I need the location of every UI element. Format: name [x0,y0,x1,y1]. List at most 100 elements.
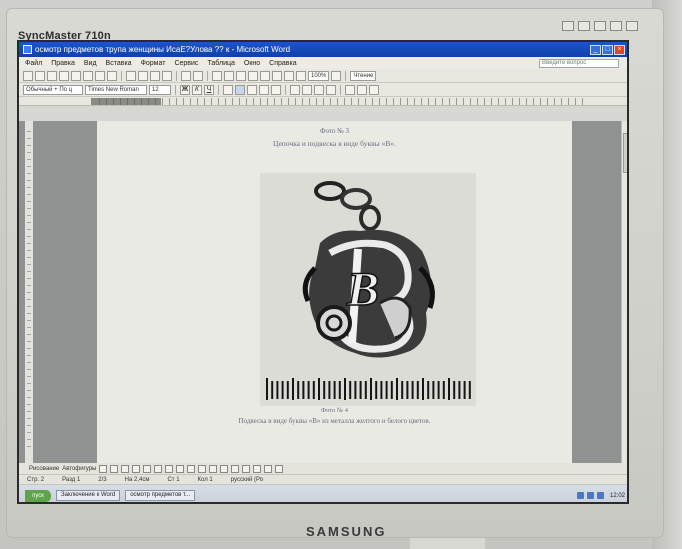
menu-edit[interactable]: Правка [51,60,75,67]
drawing-icon[interactable] [272,70,282,81]
rectangle-icon[interactable] [121,464,130,473]
save-icon[interactable] [47,70,57,81]
menu-file[interactable]: Файл [25,60,42,67]
status-line: Ст 1 [167,476,180,483]
justify-icon[interactable] [259,84,269,95]
scale-tick [437,381,440,399]
font-size-select[interactable]: 12 [149,84,171,95]
bullets-icon[interactable] [302,84,312,95]
arrow-icon[interactable] [110,464,119,473]
clipart-icon[interactable] [176,464,185,473]
columns-icon[interactable] [260,70,270,81]
underline-button[interactable]: Ч [204,84,214,95]
network-icon[interactable] [586,492,594,499]
scale-tick [411,381,414,399]
scrollbar-thumb[interactable] [623,133,627,173]
arrow-style-icon[interactable] [253,464,262,473]
style-select[interactable]: Обычный + По ц [23,84,83,95]
decrease-indent-icon[interactable] [314,84,324,95]
font-color-icon[interactable] [369,84,379,95]
start-button[interactable]: пуск [25,489,51,502]
draw-menu-button[interactable]: Рисование [29,466,59,472]
scale-tick [333,381,336,399]
scale-tick [286,381,289,399]
menu-help[interactable]: Справка [269,60,296,67]
close-button[interactable]: × [614,44,625,55]
scale-tick [312,381,315,399]
wordart-icon[interactable] [154,464,163,473]
toolbar-separator [340,84,341,95]
email-icon[interactable] [71,70,81,81]
menu-view[interactable]: Вид [84,60,97,67]
menu-table[interactable]: Таблица [207,60,234,67]
taskbar-item[interactable]: Заключение к Word [56,490,121,501]
align-center-icon[interactable] [235,84,245,95]
pendant-photo[interactable]: В [260,173,476,406]
picture-icon[interactable] [187,464,196,473]
menu-insert[interactable]: Вставка [106,60,132,67]
insert-table-icon[interactable] [236,70,246,81]
reading-mode-button[interactable]: Чтение [350,70,377,81]
document-page[interactable]: Фото № 3 Цепочка и подвеска в виде буквы… [97,121,572,463]
maximize-button[interactable]: □ [602,44,613,55]
scale-tick [281,381,284,399]
print-icon[interactable] [83,70,93,81]
zoom-select[interactable]: 100% [308,70,330,81]
new-document-icon[interactable] [23,70,33,81]
volume-icon[interactable] [596,492,604,499]
insert-excel-icon[interactable] [248,70,258,81]
window-titlebar[interactable]: осмотр предметов трупа женщины ИсаЕ?Улов… [19,42,627,57]
shadow-icon[interactable] [264,464,273,473]
print-preview-icon[interactable] [95,70,105,81]
dash-style-icon[interactable] [242,464,251,473]
permission-icon[interactable] [59,70,69,81]
numbering-icon[interactable] [290,84,300,95]
highlight-icon[interactable] [357,84,367,95]
undo-icon[interactable] [181,70,191,81]
copy-icon[interactable] [138,70,148,81]
standard-toolbar: 100% Чтение [19,69,627,83]
3d-icon[interactable] [275,464,284,473]
line-spacing-icon[interactable] [271,84,281,95]
borders-icon[interactable] [345,84,355,95]
diagram-icon[interactable] [165,464,174,473]
autoshapes-menu-button[interactable]: Автофигуры [62,466,96,472]
fill-color-icon[interactable] [198,464,207,473]
scale-tick [390,381,393,399]
help-icon[interactable] [331,70,342,81]
taskbar-item[interactable]: осмотр предметов т... [125,490,196,501]
show-hide-icon[interactable] [296,70,306,81]
align-left-icon[interactable] [223,84,233,95]
tables-borders-icon[interactable] [224,70,234,81]
font-color-icon[interactable] [220,464,229,473]
increase-indent-icon[interactable] [326,84,336,95]
redo-icon[interactable] [193,70,203,81]
menu-window[interactable]: Окно [244,60,260,67]
line-icon[interactable] [99,464,108,473]
oval-icon[interactable] [132,464,141,473]
vertical-scrollbar[interactable] [621,121,627,463]
vertical-ruler[interactable] [25,121,33,463]
line-style-icon[interactable] [231,464,240,473]
minimize-button[interactable]: _ [590,44,601,55]
document-map-icon[interactable] [284,70,294,81]
paste-icon[interactable] [150,70,160,81]
format-painter-icon[interactable] [162,70,172,81]
line-color-icon[interactable] [209,464,218,473]
italic-button[interactable]: К [192,84,202,95]
hyperlink-icon[interactable] [212,70,222,81]
font-select[interactable]: Times New Roman [85,84,147,95]
align-right-icon[interactable] [247,84,257,95]
language-icon[interactable] [576,492,584,499]
spelling-icon[interactable] [107,70,117,81]
bold-button[interactable]: Ж [180,84,190,95]
menu-tools[interactable]: Сервис [174,60,198,67]
horizontal-ruler[interactable] [19,97,627,106]
scale-tick [323,381,326,399]
open-folder-icon[interactable] [35,70,45,81]
cut-icon[interactable] [126,70,136,81]
status-bar: Стр. 2 Разд 1 2/3 На 2,4см Ст 1 Кол 1 ру… [19,475,627,485]
help-search-input[interactable]: Введите вопрос [539,58,619,68]
menu-format[interactable]: Формат [141,60,166,67]
textbox-icon[interactable] [143,464,152,473]
